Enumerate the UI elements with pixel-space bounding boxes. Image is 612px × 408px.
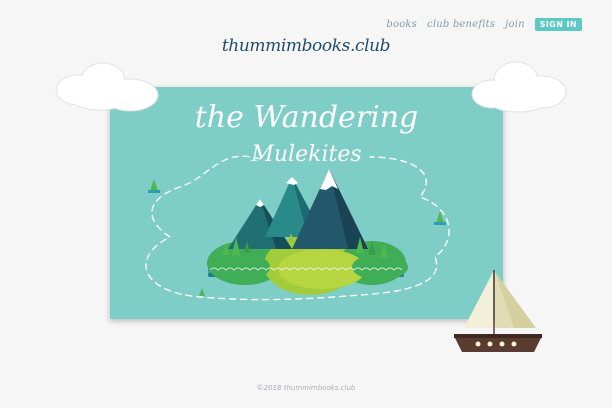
sailboat-illustration: [454, 270, 542, 352]
footer-copyright: ©2018 thummimbooks.club: [256, 384, 356, 392]
small-islet-bottom: [199, 288, 205, 296]
small-islet-right: [434, 211, 446, 225]
small-islet-left: [148, 179, 160, 193]
cloud-left: [55, 62, 159, 112]
cloud-right: [471, 61, 567, 113]
site-logo[interactable]: thummimbooks.club: [0, 36, 612, 56]
island: [207, 169, 408, 295]
hero-subtitle: Mulekites: [251, 142, 362, 167]
nav-club-benefits-link[interactable]: club benefits: [427, 19, 495, 30]
site-logo-text: thummimbooks.club: [221, 36, 391, 56]
nav-books-link[interactable]: books: [386, 19, 417, 30]
nav-join-link[interactable]: join: [505, 19, 525, 30]
top-nav: books club benefits join SIGN IN: [386, 18, 582, 31]
sign-in-button[interactable]: SIGN IN: [534, 18, 582, 31]
hero-title: the Wandering: [194, 100, 419, 135]
